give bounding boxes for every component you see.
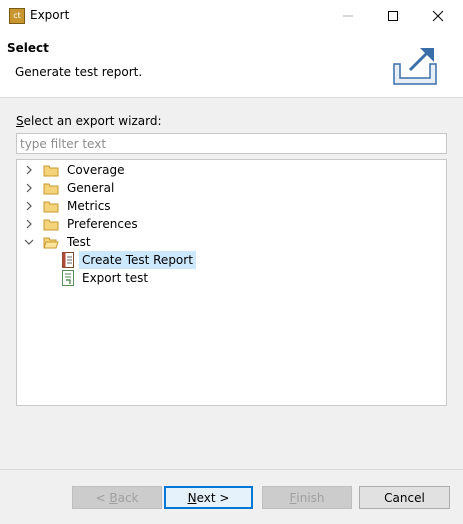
maximize-button[interactable] bbox=[370, 0, 416, 31]
finish-button-mnemonic: F bbox=[289, 490, 297, 505]
next-button-label: ext > bbox=[196, 490, 230, 505]
window-title: Export bbox=[30, 8, 70, 22]
filter-label: Select an export wizard: bbox=[16, 114, 161, 128]
folder-open-icon bbox=[43, 234, 59, 250]
tree-item-label: Test bbox=[67, 235, 91, 249]
tree-item-coverage[interactable]: Coverage bbox=[23, 161, 128, 179]
tree-item-metrics[interactable]: Metrics bbox=[23, 197, 114, 215]
tree-item-label: Preferences bbox=[67, 217, 138, 231]
wizard-tree: Coverage General Metrics Preferences Tes… bbox=[16, 159, 447, 406]
minimize-button[interactable] bbox=[325, 0, 371, 31]
back-button-prefix: < bbox=[95, 490, 110, 505]
chevron-right-icon[interactable] bbox=[23, 179, 35, 197]
back-button[interactable]: < Back bbox=[72, 486, 162, 509]
page-title: Select bbox=[7, 41, 49, 55]
export-test-icon bbox=[60, 270, 76, 286]
filter-label-mnemonic: S bbox=[16, 114, 24, 128]
tree-item-label: General bbox=[67, 181, 115, 195]
folder-icon bbox=[43, 162, 59, 178]
tree-item-label: Coverage bbox=[67, 163, 125, 177]
next-button[interactable]: Next > bbox=[164, 486, 253, 509]
back-button-label: ack bbox=[117, 490, 139, 505]
cancel-button[interactable]: Cancel bbox=[359, 486, 450, 509]
folder-icon bbox=[43, 198, 59, 214]
tree-item-create-test-report[interactable]: Create Test Report bbox=[60, 251, 196, 269]
folder-icon bbox=[43, 216, 59, 232]
folder-icon bbox=[43, 180, 59, 196]
chevron-right-icon[interactable] bbox=[23, 161, 35, 179]
tree-item-label: Metrics bbox=[67, 199, 111, 213]
tree-item-export-test[interactable]: Export test bbox=[60, 269, 151, 287]
tree-item-label: Export test bbox=[82, 271, 149, 285]
tree-item-test[interactable]: Test bbox=[23, 233, 94, 251]
chevron-right-icon[interactable] bbox=[23, 215, 35, 233]
app-icon: ct bbox=[9, 8, 25, 24]
chevron-right-icon[interactable] bbox=[23, 197, 35, 215]
page-description: Generate test report. bbox=[15, 65, 143, 79]
finish-button[interactable]: Finish bbox=[262, 486, 352, 509]
next-button-mnemonic: N bbox=[187, 490, 197, 505]
cancel-button-label: Cancel bbox=[384, 490, 425, 505]
export-wizard-banner-icon bbox=[393, 48, 437, 85]
finish-button-label: inish bbox=[296, 490, 325, 505]
tree-item-general[interactable]: General bbox=[23, 179, 117, 197]
button-bar-separator bbox=[0, 469, 463, 470]
test-report-icon bbox=[60, 252, 76, 268]
title-bar: ct Export bbox=[0, 0, 463, 31]
filter-input[interactable] bbox=[16, 133, 447, 154]
minimize-icon bbox=[343, 15, 353, 16]
back-button-mnemonic: B bbox=[109, 490, 118, 505]
close-icon bbox=[432, 10, 444, 21]
tree-item-preferences[interactable]: Preferences bbox=[23, 215, 141, 233]
filter-label-text: elect an export wizard: bbox=[23, 114, 162, 128]
tree-item-label: Create Test Report bbox=[79, 251, 196, 269]
chevron-down-icon[interactable] bbox=[23, 233, 35, 251]
maximize-icon bbox=[388, 10, 398, 21]
close-button[interactable] bbox=[415, 0, 461, 31]
wizard-header: Select Generate test report. bbox=[0, 31, 463, 98]
